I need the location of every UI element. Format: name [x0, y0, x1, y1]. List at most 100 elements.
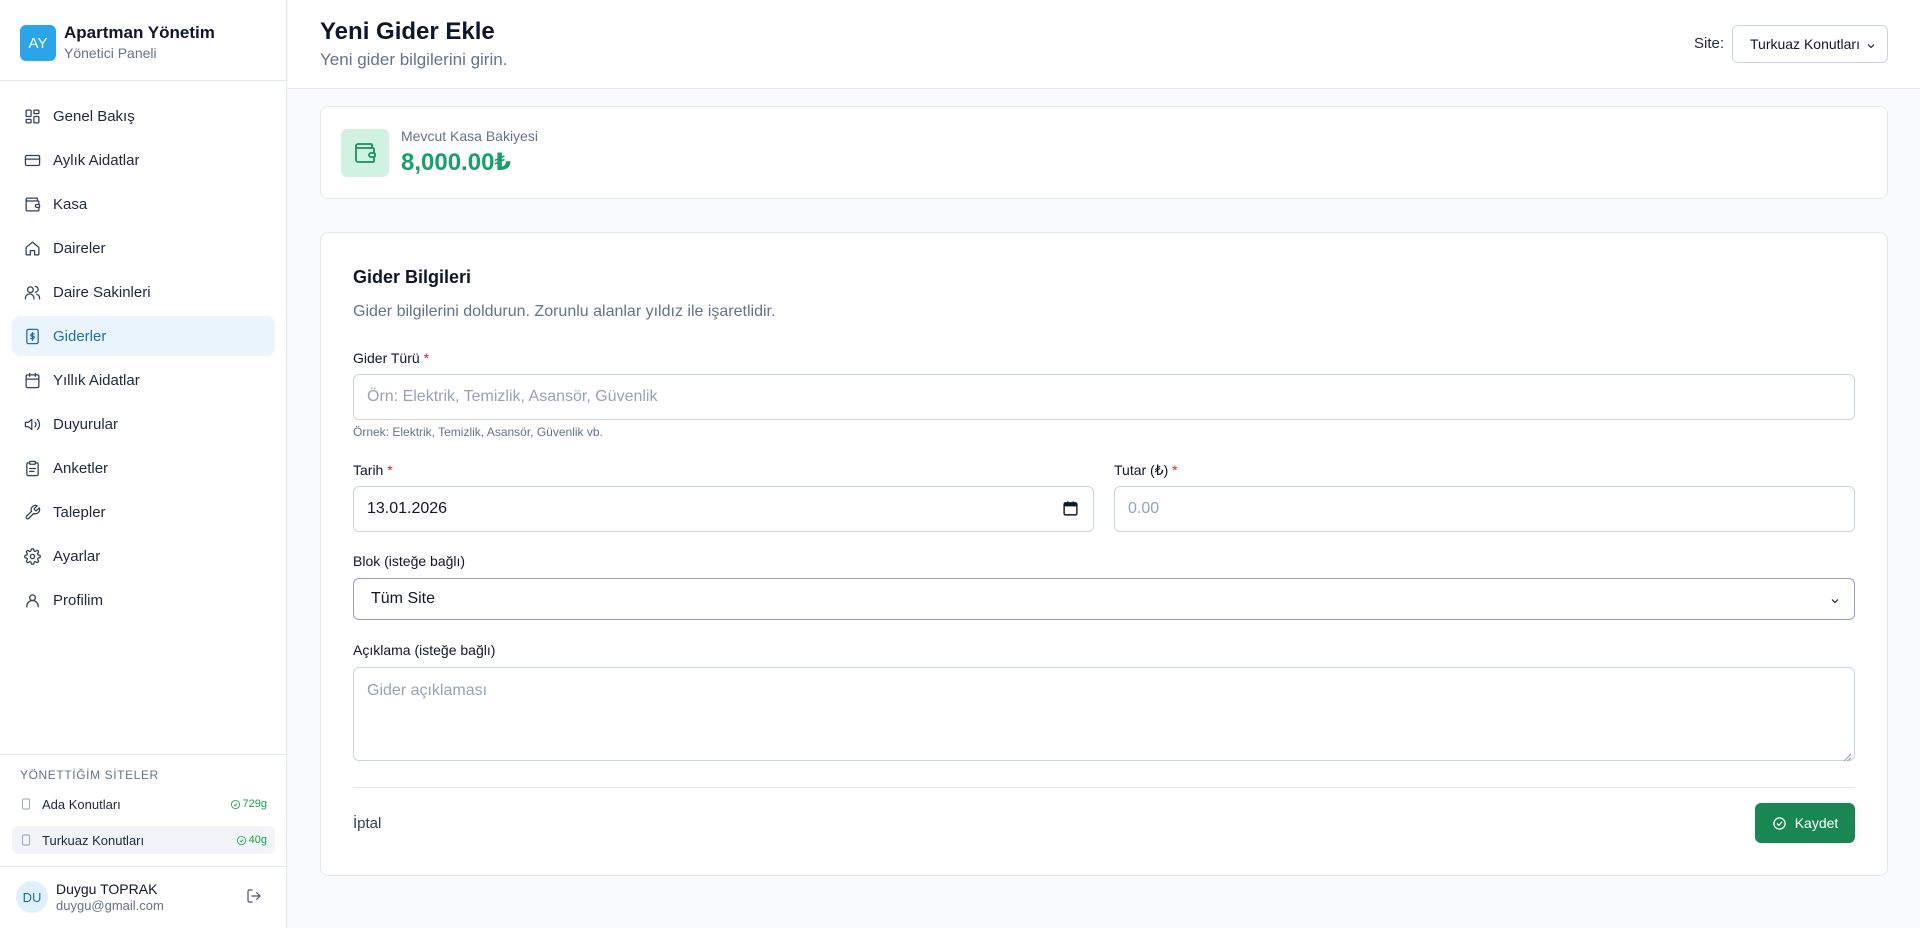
sidebar-item-ayarlar[interactable]: Ayarlar — [12, 536, 275, 576]
credit-card-icon — [24, 154, 41, 166]
clipboard-icon — [26, 460, 39, 476]
date-label: Tarih * — [353, 462, 393, 478]
check-circle-icon — [1772, 816, 1786, 830]
sidebar-item-yillik-aidatlar[interactable]: Yıllık Aidatlar — [12, 360, 275, 400]
divider — [0, 866, 287, 867]
building-icon — [22, 798, 30, 810]
required-mark: * — [1172, 462, 1178, 478]
sidebar-nav: Genel Bakış Aylık Aidatlar Kasa Daireler… — [12, 96, 275, 624]
expense-type-label: Gider Türü * — [353, 350, 430, 366]
building-icon — [22, 834, 30, 846]
site-select-value: Turkuaz Konutları — [1750, 36, 1860, 52]
required-mark: * — [423, 350, 430, 366]
sidebar-item-aylik-aidatlar[interactable]: Aylık Aidatlar — [12, 140, 275, 180]
site-name: Ada Konutları — [42, 796, 121, 812]
user-name: Duygu TOPRAK — [56, 881, 158, 897]
sidebar: AY Apartman Yönetim Yönetici Paneli Gene… — [0, 0, 287, 928]
sidebar-item-label: Giderler — [53, 327, 107, 345]
users-icon — [24, 285, 41, 300]
site-name: Turkuaz Konutları — [42, 832, 145, 848]
brand-logo: AY — [20, 25, 56, 61]
logout-button[interactable] — [246, 888, 264, 906]
balance-value: 8,000.00₺ — [401, 149, 512, 176]
sidebar-item-duyurular[interactable]: Duyurular — [12, 404, 275, 444]
amount-placeholder: 0.00 — [1128, 500, 1160, 517]
sidebar-item-kasa[interactable]: Kasa — [12, 184, 275, 224]
page-header: Yeni Gider Ekle Yeni gider bilgilerini g… — [288, 0, 1920, 89]
divider — [0, 754, 287, 755]
avatar: DU — [16, 881, 48, 913]
site-item-ada-konutlari[interactable]: Ada Konutları 729g — [12, 790, 275, 818]
home-icon — [25, 240, 40, 256]
date-value: 13.01.2026 — [367, 500, 448, 517]
receipt-dollar-icon — [26, 328, 39, 344]
sidebar-item-daireler[interactable]: Daireler — [12, 228, 275, 268]
description-placeholder: Gider açıklaması — [367, 682, 488, 699]
sidebar-item-label: Profilim — [53, 591, 104, 609]
user-email: duygu@gmail.com — [56, 898, 164, 913]
chevron-down-icon — [1865, 39, 1877, 51]
site-item-turkuaz-konutlari[interactable]: Turkuaz Konutları 40g — [12, 826, 275, 854]
sidebar-item-label: Kasa — [53, 195, 88, 213]
expense-form-card: Gider Bilgileri Gider bilgilerini doldur… — [320, 232, 1888, 876]
resize-handle[interactable] — [1843, 749, 1852, 762]
block-label: Blok (isteğe bağlı) — [353, 553, 466, 569]
expense-type-placeholder: Örn: Elektrik, Temizlik, Asansör, Güvenl… — [367, 388, 658, 405]
sidebar-item-talepler[interactable]: Talepler — [12, 492, 275, 532]
brand-subtitle: Yönetici Paneli — [64, 45, 157, 61]
check-circle-icon — [236, 835, 246, 845]
description-textarea[interactable]: Gider açıklaması — [353, 667, 1855, 762]
block-select-value: Tüm Site — [371, 590, 436, 607]
sidebar-item-giderler[interactable]: Giderler — [12, 316, 275, 356]
calendar-icon — [25, 372, 40, 388]
sidebar-item-label: Daire Sakinleri — [53, 283, 151, 301]
wallet-icon — [25, 196, 41, 212]
expense-type-input[interactable]: Örn: Elektrik, Temizlik, Asansör, Güvenl… — [353, 374, 1855, 420]
logout-icon — [247, 889, 261, 903]
sites-section-title: YÖNETTİĞİM SİTELER — [20, 768, 159, 782]
user-icon — [26, 593, 39, 608]
save-button-label: Kaydet — [1794, 815, 1839, 831]
date-input[interactable]: 13.01.2026 — [353, 486, 1094, 532]
user-profile[interactable]: DU Duygu TOPRAK duygu@gmail.com — [16, 880, 164, 914]
page-title: Yeni Gider Ekle — [320, 18, 495, 45]
sidebar-item-profilim[interactable]: Profilim — [12, 580, 275, 620]
cancel-button[interactable]: İptal — [353, 815, 381, 832]
divider — [0, 80, 287, 81]
page-subtitle: Yeni gider bilgilerini girin. — [320, 50, 508, 69]
sidebar-item-label: Genel Bakış — [53, 107, 135, 125]
megaphone-icon — [24, 418, 41, 430]
sidebar-item-genel-bakis[interactable]: Genel Bakış — [12, 96, 275, 136]
wrench-icon — [25, 504, 41, 519]
expense-type-hint: Örnek: Elektrik, Temizlik, Asansör, Güve… — [353, 425, 603, 439]
wallet-icon — [341, 129, 389, 177]
divider — [353, 787, 1855, 788]
sidebar-item-label: Yıllık Aidatlar — [53, 371, 140, 389]
brand[interactable]: AY Apartman Yönetim Yönetici Paneli — [20, 23, 215, 63]
description-label: Açıklama (isteğe bağlı) — [353, 642, 496, 658]
sidebar-item-label: Daireler — [53, 239, 106, 257]
site-days-badge: 729g — [230, 798, 267, 810]
amount-input[interactable]: 0.00 — [1114, 486, 1855, 532]
site-select-label: Site: — [1694, 35, 1725, 52]
gear-icon — [24, 547, 41, 565]
chevron-down-icon — [1829, 594, 1841, 612]
dashboard-grid-icon — [25, 108, 40, 124]
save-button[interactable]: Kaydet — [1755, 803, 1855, 843]
form-description: Gider bilgilerini doldurun. Zorunlu alan… — [353, 303, 776, 320]
sidebar-item-daire-sakinleri[interactable]: Daire Sakinleri — [12, 272, 275, 312]
amount-label: Tutar (₺) * — [1114, 462, 1178, 478]
balance-card: Mevcut Kasa Bakiyesi 8,000.00₺ — [320, 106, 1888, 199]
block-select[interactable]: Tüm Site — [353, 578, 1855, 620]
sidebar-item-label: Talepler — [53, 503, 106, 521]
calendar-icon[interactable] — [1062, 500, 1080, 518]
balance-label: Mevcut Kasa Bakiyesi — [401, 128, 538, 144]
check-circle-icon — [230, 799, 240, 809]
sidebar-item-anketler[interactable]: Anketler — [12, 448, 275, 488]
site-select[interactable]: Turkuaz Konutları — [1732, 25, 1888, 63]
sidebar-item-label: Aylık Aidatlar — [53, 151, 140, 169]
brand-title: Apartman Yönetim — [64, 23, 215, 42]
sidebar-item-label: Anketler — [53, 459, 109, 477]
sidebar-item-label: Duyurular — [53, 415, 119, 433]
site-days-badge: 40g — [236, 834, 267, 846]
